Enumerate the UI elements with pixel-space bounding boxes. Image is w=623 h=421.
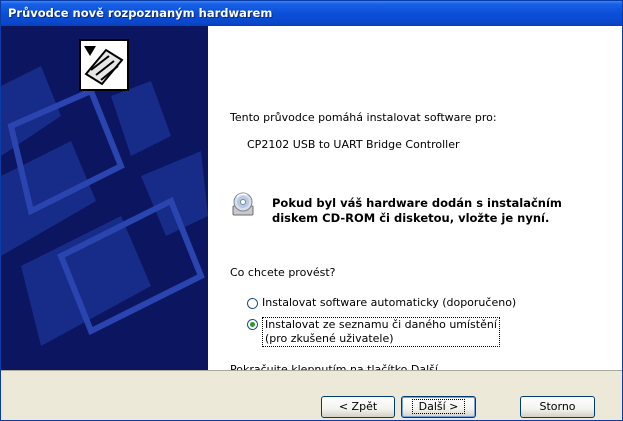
- option-automatic-label: Instalovat software automaticky (doporuč…: [262, 296, 517, 309]
- device-name: CP2102 USB to UART Bridge Controller: [247, 138, 460, 151]
- cancel-button[interactable]: Storno: [520, 396, 595, 418]
- wizard-window: Průvodce nově rozpoznaným hardwarem Tent…: [0, 0, 623, 421]
- radio-from-list[interactable]: [247, 319, 258, 330]
- question-label: Co chcete provést?: [230, 266, 336, 279]
- radio-automatic[interactable]: [247, 298, 258, 309]
- next-button[interactable]: Další >: [401, 396, 476, 418]
- hardware-install-icon: [79, 39, 129, 91]
- option-automatic[interactable]: Instalovat software automaticky (doporuč…: [247, 296, 516, 310]
- back-button[interactable]: < Zpět: [321, 396, 395, 418]
- window-title: Průvodce nově rozpoznaným hardwarem: [8, 6, 273, 20]
- option-from-list[interactable]: Instalovat ze seznamu či daného umístění…: [247, 317, 500, 347]
- side-panel-artwork: [1, 26, 208, 370]
- title-bar[interactable]: Průvodce nově rozpoznaným hardwarem: [1, 1, 622, 26]
- intro-text: Tento průvodce pomáhá instalovat softwar…: [230, 111, 497, 124]
- option-from-list-label: Instalovat ze seznamu či daného umístění…: [262, 317, 500, 347]
- side-panel: [1, 26, 208, 370]
- button-bar: < Zpět Další > Storno: [1, 371, 622, 420]
- cd-rom-icon: [230, 191, 256, 217]
- cd-notice: Pokud byl váš hardware dodán s instalačn…: [272, 196, 562, 225]
